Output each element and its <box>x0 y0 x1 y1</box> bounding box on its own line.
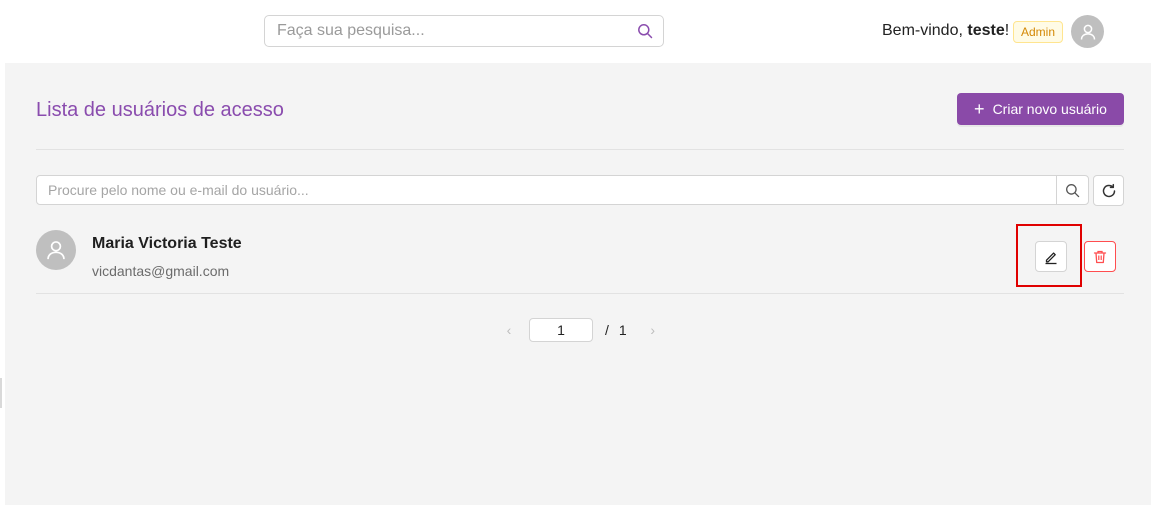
create-user-button[interactable]: + Criar novo usuário <box>957 93 1124 125</box>
trash-icon <box>1093 250 1107 263</box>
search-icon[interactable] <box>627 16 663 46</box>
user-list-item: Maria Victoria Teste vicdantas@gmail.com <box>36 223 1124 294</box>
welcome-prefix: Bem-vindo, <box>882 22 963 39</box>
global-search[interactable] <box>264 15 664 47</box>
edit-user-button[interactable] <box>1035 241 1067 272</box>
user-name: Maria Victoria Teste <box>92 235 242 252</box>
edit-icon <box>1045 251 1057 264</box>
create-user-label: Criar novo usuário <box>992 101 1107 117</box>
page: Bem-vindo, teste! Admin Lista de usuário… <box>0 0 1157 505</box>
welcome-username: teste <box>967 22 1005 39</box>
prev-page-icon[interactable]: ‹ <box>495 317 523 343</box>
pagination: ‹ / 1 › <box>495 317 667 343</box>
main-content: Lista de usuários de acesso + Criar novo… <box>5 63 1151 505</box>
user-avatar <box>36 230 76 270</box>
total-pages: 1 <box>618 322 627 338</box>
plus-icon: + <box>974 99 985 119</box>
next-page-icon[interactable]: › <box>639 317 667 343</box>
page-separator: / <box>605 322 609 338</box>
title-divider <box>36 149 1124 150</box>
search-icon <box>1066 183 1080 197</box>
refresh-icon <box>1102 183 1115 197</box>
welcome-message: Bem-vindo, teste! <box>882 22 1009 42</box>
user-search-button[interactable] <box>1056 176 1088 204</box>
user-search-input[interactable] <box>37 176 1056 204</box>
user-email: vicdantas@gmail.com <box>92 263 230 279</box>
user-icon <box>1080 24 1095 40</box>
welcome-suffix: ! <box>1004 22 1010 39</box>
page-title: Lista de usuários de acesso <box>36 99 284 121</box>
delete-user-button[interactable] <box>1084 241 1116 272</box>
global-search-input[interactable] <box>265 16 627 46</box>
user-search[interactable] <box>36 175 1089 205</box>
role-badge: Admin <box>1013 21 1064 43</box>
header: Bem-vindo, teste! Admin <box>0 0 1157 63</box>
page-number-input[interactable] <box>529 318 593 342</box>
header-avatar[interactable] <box>1071 15 1104 48</box>
left-edge-divider <box>0 378 2 408</box>
user-icon <box>47 241 65 260</box>
refresh-button[interactable] <box>1093 175 1124 206</box>
